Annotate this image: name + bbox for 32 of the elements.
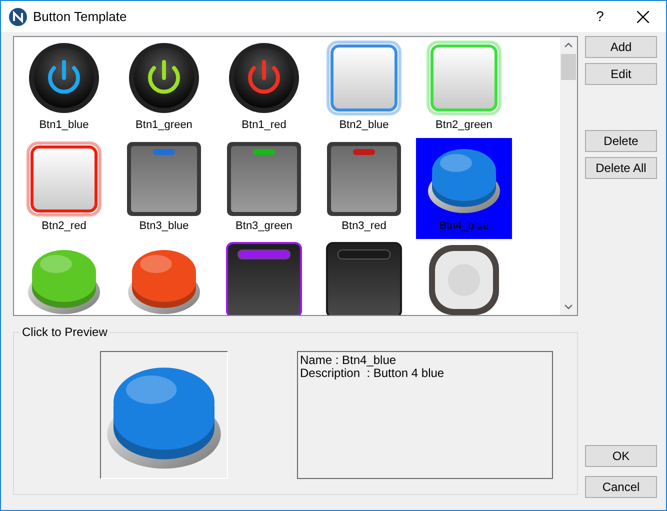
gallery-item[interactable]: Btn1_blue — [16, 37, 112, 138]
close-icon — [637, 10, 649, 22]
scroll-thumb[interactable] — [561, 54, 576, 80]
help-button[interactable]: ? — [580, 1, 620, 32]
gallery-item[interactable]: Btn3_blue — [116, 138, 212, 239]
delete-all-button[interactable]: Delete All — [585, 157, 657, 179]
gallery-item[interactable]: Btn1_red — [216, 37, 312, 138]
edit-button[interactable]: Edit — [585, 63, 657, 85]
app-logo-icon — [9, 8, 27, 26]
window-title: Button Template — [33, 8, 127, 26]
item-label: Btn1_green — [136, 119, 192, 132]
item-label: Btn3_red — [342, 220, 386, 233]
item-label: Btn1_red — [242, 119, 286, 132]
gallery-item[interactable]: Btn1_green — [116, 37, 212, 138]
item-label: Btn3_blue — [139, 220, 189, 233]
add-button[interactable]: Add — [585, 36, 657, 58]
item-label: Btn1_blue — [39, 119, 89, 132]
item-label: Btn4_blue — [439, 220, 489, 233]
cancel-button[interactable]: Cancel — [585, 476, 657, 498]
ok-button[interactable]: OK — [585, 445, 657, 467]
gallery-item[interactable]: Btn3_green — [216, 138, 312, 239]
delete-button[interactable]: Delete — [585, 130, 657, 152]
gallery-item[interactable]: Btn3_red — [316, 138, 412, 239]
item-label: Btn2_green — [436, 119, 492, 132]
item-label: Btn2_blue — [339, 119, 389, 132]
info-line: Description : Button 4 blue — [300, 367, 446, 380]
gallery-item[interactable]: Btn2_red — [16, 138, 112, 239]
gallery-item[interactable]: Btn2_blue — [316, 37, 412, 138]
info-line: Name : Btn4_blue — [300, 354, 398, 367]
item-label: Btn2_red — [42, 220, 86, 233]
item-label: Btn3_green — [236, 220, 292, 233]
gallery-item[interactable]: Btn2_green — [416, 37, 512, 138]
